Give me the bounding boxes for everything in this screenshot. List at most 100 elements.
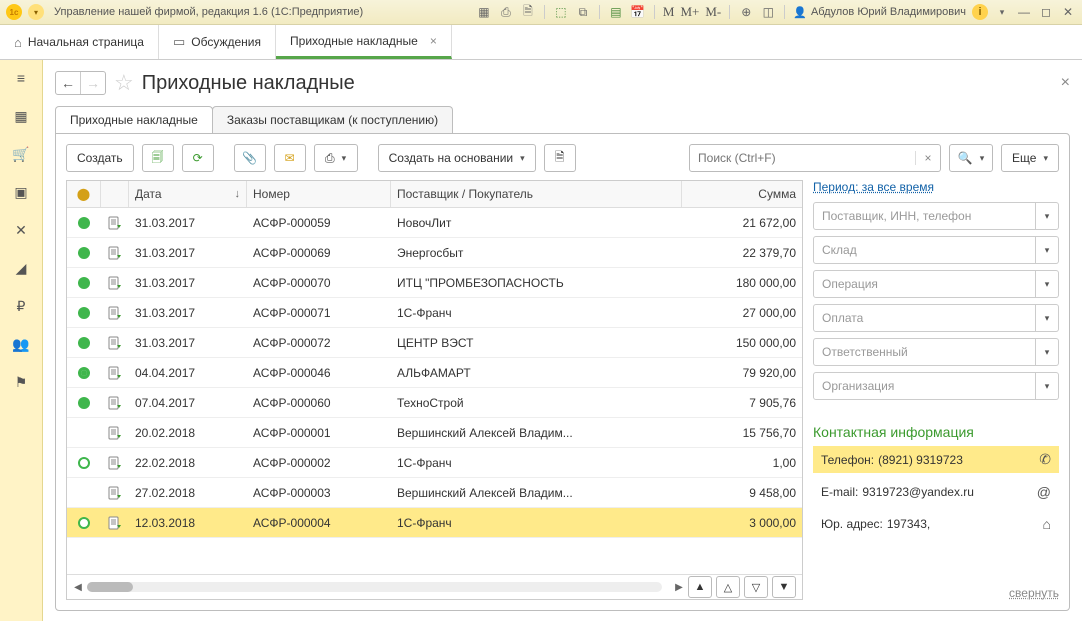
search-box[interactable]: × [689,144,941,172]
grid-up-button[interactable]: △ [716,576,740,598]
nav-box-icon[interactable]: ▣ [11,182,31,202]
contact-addr-row[interactable]: Юр. адрес: 197343, ⌂ [813,511,1059,537]
grid-top-button[interactable]: ▲ [688,576,712,598]
tab-home[interactable]: ⌂ Начальная страница [0,25,159,59]
subtab-orders[interactable]: Заказы поставщикам (к поступлению) [212,106,453,133]
filter-org-dd[interactable]: ▾ [1036,372,1059,400]
h-scrollbar[interactable] [87,582,662,592]
tab-discussions[interactable]: ▭ Обсуждения [159,25,276,59]
app-menu-dropdown[interactable]: ▾ [28,4,44,20]
toolbar-icon-1[interactable]: ▦ [476,4,492,20]
tab-receipts[interactable]: Приходные накладные × [276,25,452,59]
nav-people-icon[interactable]: 👥 [11,334,31,354]
copy-doc-button[interactable]: 🗐 [142,144,174,172]
cell-number: АСФР-000072 [247,328,391,357]
period-link[interactable]: Период: за все время [813,180,1059,194]
collapse-link[interactable]: свернуть [1009,586,1059,600]
create-button[interactable]: Создать [66,144,134,172]
scroll-left-icon[interactable]: ◀ [73,582,83,593]
grid-bottom-button[interactable]: ▼ [772,576,796,598]
document-row-icon [108,456,122,470]
calendar-icon[interactable]: 📅 [630,4,646,20]
subtab-receipts[interactable]: Приходные накладные [55,106,213,133]
filter-operation[interactable]: Операция [813,270,1036,298]
mail-button[interactable]: ✉ [274,144,306,172]
table-row[interactable]: 31.03.2017АСФР-000070ИТЦ "ПРОМБЕЗОПАСНОС… [67,268,802,298]
col-sum[interactable]: Сумма [682,181,802,207]
document-icon[interactable]: 🗎 [520,4,536,20]
create-based-button[interactable]: Создать на основании▾ [378,144,536,172]
nav-flag-icon[interactable]: ⚑ [11,372,31,392]
grid-header: ⬤ Дата Номер Поставщик / Покупатель Сумм… [67,181,802,208]
more-button[interactable]: Еще▾ [1001,144,1059,172]
search-clear-icon[interactable]: × [915,151,940,165]
filter-responsible[interactable]: Ответственный [813,338,1036,366]
create-based-label: Создать на основании [389,151,514,165]
nav-tools-icon[interactable]: ✕ [11,220,31,240]
grid-down-button[interactable]: ▽ [744,576,768,598]
scroll-right-icon[interactable]: ▶ [674,582,684,593]
filter-operation-dd[interactable]: ▾ [1036,270,1059,298]
cell-supplier: Вершинский Алексей Владим... [391,478,682,507]
table-row[interactable]: 31.03.2017АСФР-000059НовочЛит21 672,00 [67,208,802,238]
table-row[interactable]: 07.04.2017АСФР-000060ТехноСтрой7 905,76 [67,388,802,418]
minimize-icon[interactable]: — [1016,4,1032,20]
table-row[interactable]: 04.04.2017АСФР-000046АЛЬФАМАРТ79 920,00 [67,358,802,388]
col-doc[interactable] [101,181,129,207]
table-row[interactable]: 31.03.2017АСФР-0000711С-Франч27 000,00 [67,298,802,328]
nav-back-button[interactable]: ← [56,72,80,94]
nav-chart-icon[interactable]: ◢ [11,258,31,278]
table-row[interactable]: 31.03.2017АСФР-000072ЦЕНТР ВЭСТ150 000,0… [67,328,802,358]
user-label[interactable]: 👤 Абдулов Юрий Владимирович [793,6,966,19]
attach-button[interactable]: 📎 [234,144,266,172]
info-icon[interactable]: i [972,4,988,20]
calculator-icon[interactable]: ▤ [608,4,624,20]
menu-icon[interactable]: ≡ [11,68,31,88]
table-row[interactable]: 20.02.2018АСФР-000001Вершинский Алексей … [67,418,802,448]
table-row[interactable]: 27.02.2018АСФР-000003Вершинский Алексей … [67,478,802,508]
col-status[interactable]: ⬤ [67,181,101,207]
table-row[interactable]: 31.03.2017АСФР-000069Энергосбыт22 379,70 [67,238,802,268]
filter-responsible-dd[interactable]: ▾ [1036,338,1059,366]
filter-warehouse[interactable]: Склад [813,236,1036,264]
table-row[interactable]: 22.02.2018АСФР-0000021С-Франч1,00 [67,448,802,478]
contact-email-row[interactable]: E-mail: 9319723@yandex.ru @ [813,479,1059,505]
side-navigation: ≡ ▦ 🛒 ▣ ✕ ◢ ₽ 👥 ⚑ [0,60,43,621]
table-row[interactable]: 12.03.2018АСФР-0000041С-Франч3 000,00 [67,508,802,538]
filter-supplier[interactable]: Поставщик, ИНН, телефон [813,202,1036,230]
col-date[interactable]: Дата [129,181,247,207]
filter-org[interactable]: Организация [813,372,1036,400]
nav-cart-icon[interactable]: 🛒 [11,144,31,164]
nav-dashboard-icon[interactable]: ▦ [11,106,31,126]
page-close-icon[interactable]: × [1061,74,1070,92]
report-button[interactable]: 🗎 [544,144,576,172]
window-icon[interactable]: ◫ [760,4,776,20]
zoom-mminus-icon[interactable]: M- [705,4,721,20]
zoom-mplus-icon[interactable]: M+ [680,4,699,20]
contact-phone-row[interactable]: Телефон: (8921) 9319723 ✆ [813,446,1059,473]
favorite-star-icon[interactable]: ☆ [114,70,134,96]
user-name: Абдулов Юрий Владимирович [811,6,966,18]
print-icon[interactable]: ⎙ [498,4,514,20]
save-icon[interactable]: ⬚ [553,4,569,20]
filter-supplier-dd[interactable]: ▾ [1036,202,1059,230]
search-input[interactable] [690,151,915,165]
tab-close-icon[interactable]: × [430,34,437,48]
nav-forward-button[interactable]: → [80,72,105,94]
filter-payment-dd[interactable]: ▾ [1036,304,1059,332]
dropdown-icon[interactable]: ▾ [994,4,1010,20]
copy-icon[interactable]: ⧉ [575,4,591,20]
refresh-button[interactable]: ⟳ [182,144,214,172]
col-number[interactable]: Номер [247,181,391,207]
filter-warehouse-dd[interactable]: ▾ [1036,236,1059,264]
search-button[interactable]: 🔍▾ [949,144,993,172]
filter-payment[interactable]: Оплата [813,304,1036,332]
nav-money-icon[interactable]: ₽ [11,296,31,316]
print-button[interactable]: ⎙▾ [314,144,358,172]
document-row-icon [108,516,122,530]
zoom-in-icon[interactable]: ⊕ [738,4,754,20]
close-window-icon[interactable]: ✕ [1060,4,1076,20]
col-supplier[interactable]: Поставщик / Покупатель [391,181,682,207]
zoom-m-icon[interactable]: M [663,4,675,20]
maximize-icon[interactable]: ◻ [1038,4,1054,20]
